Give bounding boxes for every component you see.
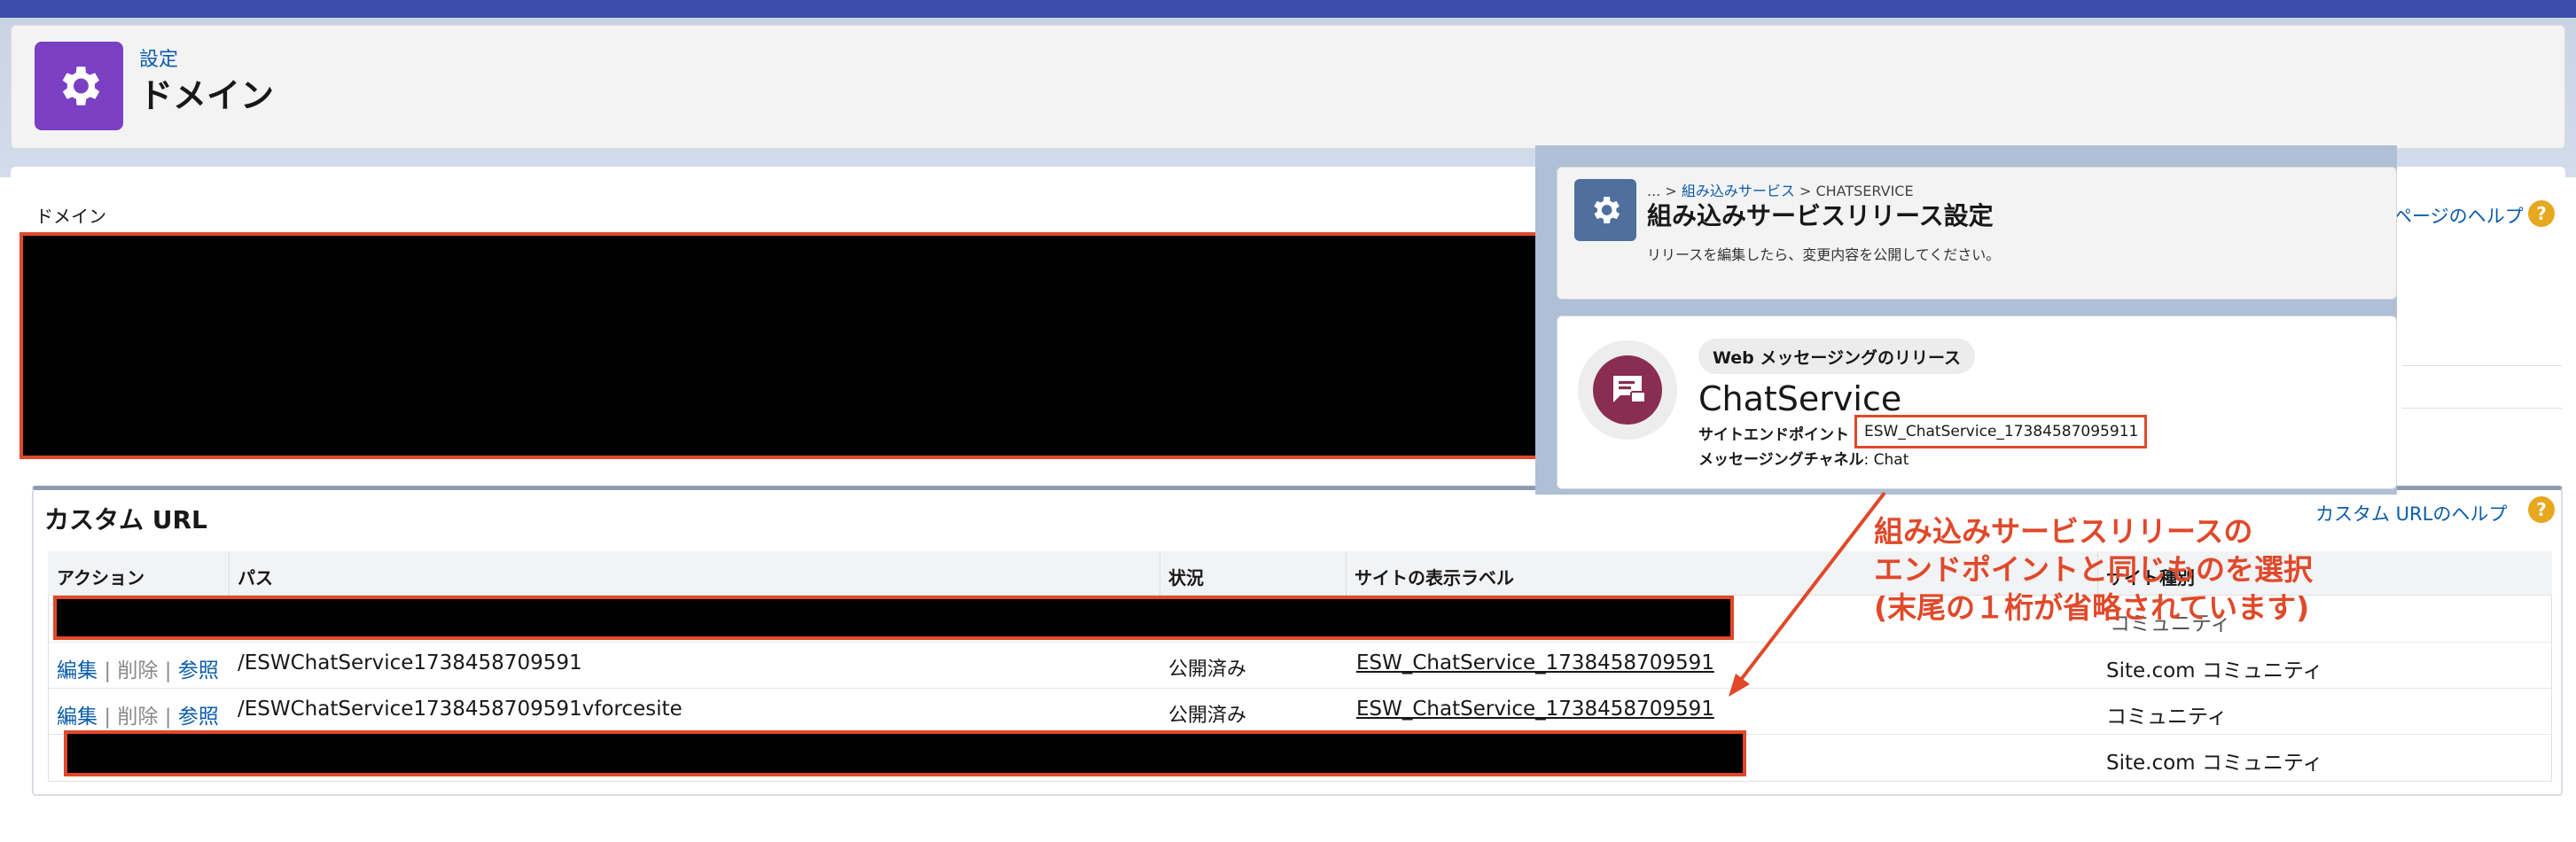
release-type-badge: Web メッセージングのリリース: [1698, 339, 1976, 374]
site-type-cell: Site.com コミュニティ: [2106, 659, 2323, 682]
view-link[interactable]: 参照: [178, 659, 219, 682]
annotation-line: (末尾の１桁が省略されています): [1874, 590, 2310, 625]
column-separator: [1346, 551, 1347, 596]
action-separator: |: [164, 659, 172, 682]
path-cell: /ESWChatService1738458709591vforcesite: [238, 698, 683, 721]
status-cell: 公開済み: [1168, 659, 1247, 681]
gear-icon: [35, 42, 123, 130]
divider: [2402, 408, 2562, 409]
channel-label: メッセージングチャネル: [1698, 451, 1864, 469]
row-divider: [48, 642, 2552, 643]
release-name: ChatService: [1698, 379, 1902, 418]
site-type-cell: Site.com コミュニティ: [2106, 752, 2323, 775]
site-label-link[interactable]: ESW_ChatService_1738458709591: [1356, 651, 1714, 674]
page-header: 設定 ドメイン: [11, 25, 2565, 149]
column-header-action: アクション: [57, 567, 144, 589]
site-type-cell: コミュニティ: [2106, 706, 2228, 729]
messaging-avatar: [1578, 340, 1677, 440]
status-cell: 公開済み: [1168, 705, 1247, 727]
chat-icon: [1593, 355, 1662, 425]
custom-url-title: カスタム URL: [44, 505, 207, 534]
page-title: ドメイン: [139, 76, 275, 115]
page-help-link[interactable]: ページのヘルプ: [2393, 202, 2524, 229]
help-icon[interactable]: ?: [2528, 496, 2555, 523]
channel-value: Chat: [1873, 451, 1909, 469]
path-cell: /ESWChatService1738458709591: [238, 651, 582, 674]
site-label-link[interactable]: ESW_ChatService_1738458709591: [1356, 698, 1714, 721]
delete-link[interactable]: 削除: [117, 706, 158, 729]
release-card: [1557, 316, 2397, 489]
redacted-domain-block: [20, 232, 1544, 459]
column-separator: [229, 551, 230, 596]
custom-url-help-link[interactable]: カスタム URLのヘルプ: [2315, 500, 2507, 526]
annotation-text: 組み込みサービスリリースの エンドポイントと同じものを選択 (末尾の１桁が省略さ…: [1874, 512, 2313, 627]
endpoint-field-label: サイトエンドポイント: [1698, 426, 1849, 444]
row-divider: [48, 688, 2552, 689]
annotation-line: 組み込みサービスリリースの: [1874, 514, 2253, 549]
action-separator: |: [164, 706, 172, 729]
endpoint-value: ESW_ChatService_17384587095911: [1854, 415, 2147, 448]
column-header-site-label: サイトの表示ラベル: [1354, 567, 1514, 589]
divider: [2402, 365, 2562, 366]
column-header-status: 状況: [1168, 567, 1204, 589]
column-separator: [1159, 551, 1160, 596]
action-separator: |: [104, 659, 112, 682]
table-row-actions: 編集 | 削除 | 参照: [57, 653, 219, 683]
domain-section-label: ドメイン: [35, 206, 106, 227]
overlay-description: リリースを編集したら、変更内容を公開してください。: [1647, 246, 2001, 263]
view-link[interactable]: 参照: [178, 706, 219, 729]
delete-link[interactable]: 削除: [117, 659, 158, 682]
redacted-row: [64, 730, 1746, 776]
gear-icon: [1574, 179, 1636, 241]
channel-field: メッセージングチャネル: Chat: [1698, 451, 1909, 469]
column-header-path: パス: [238, 567, 273, 589]
annotation-line: エンドポイントと同じものを選択: [1874, 552, 2313, 587]
edit-link[interactable]: 編集: [57, 659, 98, 682]
table-row-actions: 編集 | 削除 | 参照: [57, 699, 219, 729]
edit-link[interactable]: 編集: [57, 706, 98, 729]
overlay-title: 組み込みサービスリリース設定: [1647, 201, 1994, 230]
redacted-row: [53, 596, 1734, 640]
help-icon[interactable]: ?: [2528, 200, 2555, 227]
action-separator: |: [104, 706, 112, 729]
